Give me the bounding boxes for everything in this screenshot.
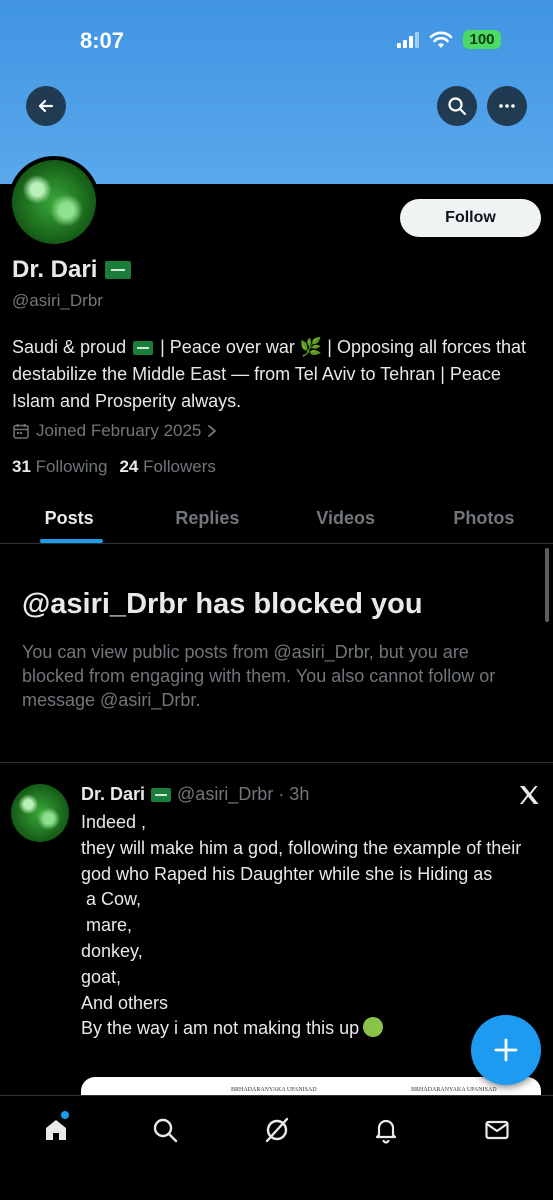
search-button[interactable] — [437, 86, 477, 126]
profile-tabs: Posts Replies Videos Photos — [0, 494, 553, 544]
saudi-flag-icon — [151, 787, 172, 802]
post-body: Indeed , they will make him a god, follo… — [81, 812, 522, 1039]
joined-text: Joined February 2025 — [36, 421, 202, 440]
profile-bio: Saudi & proud | Peace over war 🌿 | Oppos… — [12, 334, 545, 415]
mail-icon — [485, 1120, 509, 1140]
profile-handle: @asiri_Drbr — [12, 291, 103, 310]
post-author[interactable]: Dr. Dari — [81, 784, 145, 805]
joined-date[interactable]: Joined February 2025 — [12, 421, 217, 441]
wifi-icon — [429, 31, 453, 48]
x-logo-icon — [520, 786, 539, 804]
post-avatar[interactable] — [11, 784, 69, 842]
image-caption-right: BRHADARANYAKA UPANISAD — [411, 1087, 497, 1093]
following-link[interactable]: 31 Following — [12, 457, 107, 477]
nav-search[interactable] — [145, 1110, 185, 1150]
chevron-right-icon — [208, 425, 217, 437]
tab-videos[interactable]: Videos — [277, 494, 415, 543]
nav-notifications[interactable] — [366, 1110, 406, 1150]
cellular-signal-icon — [397, 31, 419, 48]
bottom-nav — [0, 1095, 553, 1200]
profile-name-row: Dr. Dari — [12, 256, 132, 284]
scrollbar[interactable] — [545, 548, 549, 622]
tab-replies[interactable]: Replies — [138, 494, 276, 543]
nauseated-face-icon — [363, 1017, 384, 1038]
back-button[interactable] — [26, 86, 66, 126]
profile-avatar[interactable] — [8, 156, 100, 248]
status-time: 8:07 — [80, 28, 125, 53]
calendar-icon — [13, 424, 29, 439]
follow-stats: 31 Following 24 Followers — [12, 457, 216, 477]
nav-messages[interactable] — [477, 1110, 517, 1150]
post-text: Indeed , they will make him a god, follo… — [81, 810, 541, 1042]
search-icon — [448, 97, 467, 116]
bio-text-part1: Saudi & proud — [12, 337, 127, 357]
status-indicators: 100 — [397, 30, 501, 49]
display-name: Dr. Dari — [12, 256, 98, 283]
follow-button[interactable]: Follow — [400, 199, 541, 237]
followers-link[interactable]: 24 Followers — [119, 457, 215, 477]
tab-photos[interactable]: Photos — [415, 494, 553, 543]
notification-dot — [61, 1111, 69, 1119]
post-handle-time: @asiri_Drbr · 3h — [177, 784, 310, 804]
saudi-flag-icon — [133, 341, 154, 355]
nav-grok[interactable] — [257, 1110, 297, 1150]
arrow-left-icon — [38, 99, 54, 113]
blocked-title: @asiri_Drbr has blocked you — [22, 588, 423, 620]
tab-posts[interactable]: Posts — [0, 494, 138, 543]
blocked-message: You can view public posts from @asiri_Dr… — [22, 642, 496, 710]
grok-icon — [265, 1117, 289, 1143]
home-icon — [46, 1120, 66, 1140]
post-header: Dr. Dari @asiri_Drbr · 3h — [81, 784, 309, 805]
battery-indicator: 100 — [463, 30, 501, 49]
bell-icon — [375, 1119, 397, 1144]
nav-home[interactable] — [36, 1110, 76, 1150]
divider — [0, 762, 553, 763]
compose-button[interactable] — [471, 1015, 541, 1085]
compose-plus-icon — [494, 1038, 518, 1062]
search-icon — [153, 1118, 178, 1143]
more-button[interactable] — [487, 86, 527, 126]
image-caption-left: BRHADARANYAKA UPANISAD — [231, 1087, 317, 1093]
more-horizontal-icon — [499, 104, 515, 108]
saudi-flag-icon — [105, 261, 132, 279]
